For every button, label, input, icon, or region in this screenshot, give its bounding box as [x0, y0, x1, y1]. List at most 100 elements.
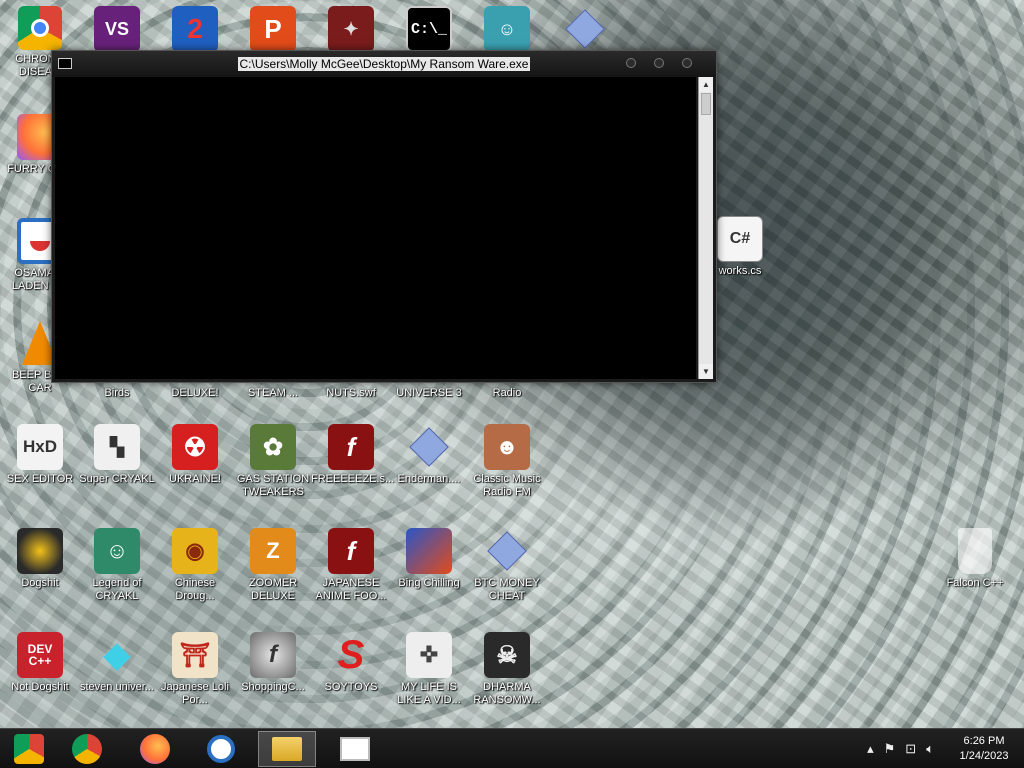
- console-output-area[interactable]: [55, 77, 696, 379]
- visual-studio-icon: VS: [94, 6, 140, 52]
- scroll-down-icon[interactable]: ▼: [699, 364, 713, 379]
- icon-label: Dogshit: [21, 577, 59, 589]
- blue-diamond-file-icon: [406, 424, 452, 470]
- icon-label: Birds: [104, 387, 130, 399]
- zoomer-deluxe-desktop-icon[interactable]: Z ZOOMER DELUXE: [233, 528, 313, 603]
- taskbar-console[interactable]: [326, 731, 384, 767]
- scroll-up-icon[interactable]: ▲: [699, 77, 713, 92]
- action-center-flag-icon[interactable]: ⚑: [884, 741, 896, 757]
- enderman-desktop-icon[interactable]: Enderman....: [389, 424, 469, 486]
- system-tray: ▴ ⚑ ⊡ 🔈︎ 6:26 PM 1/24/2023: [867, 729, 1024, 768]
- dharma-ransomware-desktop-icon[interactable]: ☠ DHARMA RANSOMW...: [467, 632, 547, 707]
- volume-icon[interactable]: 🔈︎: [926, 741, 934, 757]
- icon-label: ShoppingC...: [241, 681, 305, 693]
- blue-diamond-file-icon: [484, 528, 530, 574]
- scroll-thumb[interactable]: [701, 93, 711, 115]
- papers-desktop-icon[interactable]: ✦: [311, 6, 391, 52]
- icon-label: UNIVERSE 3: [396, 387, 462, 399]
- dogshit-desktop-icon[interactable]: Dogshit: [0, 528, 80, 590]
- ukraine-desktop-icon[interactable]: ☢ UKRAINE!: [155, 424, 235, 486]
- icon-label: UKRAINE!: [169, 473, 221, 485]
- flash-icon: f: [328, 424, 374, 470]
- taskbar-file-explorer[interactable]: [258, 731, 316, 767]
- eagle-emblem-icon: ✦: [328, 6, 374, 52]
- icon-label: Not Dogshit: [11, 681, 69, 693]
- clock[interactable]: 6:26 PM 1/24/2023: [944, 734, 1024, 764]
- chinese-droug-desktop-icon[interactable]: ◉ Chinese Droug...: [155, 528, 235, 603]
- falcon-cpp-desktop-icon[interactable]: Falcon C++: [935, 528, 1015, 590]
- cmd-desktop-icon[interactable]: C:\_: [389, 6, 469, 52]
- icon-label: SOYTOYS: [324, 681, 378, 693]
- p-desktop-icon[interactable]: P: [233, 6, 313, 52]
- gem-icon: ◆: [103, 636, 131, 674]
- icon-label: SEX EDITOR: [6, 473, 74, 485]
- firefox-icon: [140, 734, 170, 764]
- console-titlebar[interactable]: C:\Users\Molly McGee\Desktop\My Ransom W…: [52, 51, 716, 77]
- my-life-video-desktop-icon[interactable]: ✜ MY LIFE IS LIKE A VID...: [389, 632, 469, 707]
- console-window[interactable]: C:\Users\Molly McGee\Desktop\My Ransom W…: [51, 50, 717, 383]
- game-desktop-icon[interactable]: ☺: [467, 6, 547, 52]
- vertical-scrollbar[interactable]: ▲ ▼: [698, 77, 713, 379]
- taskbar-firefox[interactable]: [126, 731, 184, 767]
- icon-label: MY LIFE IS LIKE A VID...: [397, 681, 461, 706]
- icon-label: Japanese Loli Por...: [161, 681, 229, 706]
- number-two-icon: 2: [172, 6, 218, 52]
- nuts-swf-desktop-icon[interactable]: NUTS.swf: [311, 384, 391, 400]
- window-title-text: C:\Users\Molly McGee\Desktop\My Ransom W…: [237, 57, 531, 71]
- icon-label: Classic Music Radio FM: [473, 473, 541, 498]
- taskbar-obama[interactable]: [192, 731, 250, 767]
- recycle-bin-icon: [958, 528, 992, 574]
- game-box-icon: [406, 528, 452, 574]
- gas-station-tweakers-desktop-icon[interactable]: ✿ GAS STATION TWEAKERS: [233, 424, 313, 499]
- two-desktop-icon[interactable]: 2: [155, 6, 235, 52]
- japanese-anime-desktop-icon[interactable]: f JAPANESE ANIME FOO...: [311, 528, 391, 603]
- soytoys-desktop-icon[interactable]: S SOYTOYS: [311, 632, 391, 694]
- character-icon: ☺: [94, 528, 140, 574]
- universe-3-desktop-icon[interactable]: UNIVERSE 3: [389, 384, 469, 400]
- super-cryakl-desktop-icon[interactable]: ▚ Super CRYAKL: [77, 424, 157, 486]
- show-hidden-icons-icon[interactable]: ▴: [867, 741, 874, 757]
- birds-desktop-icon[interactable]: Birds: [77, 384, 157, 400]
- start-button[interactable]: [0, 731, 58, 767]
- sex-editor-desktop-icon[interactable]: HxD SEX EDITOR: [0, 424, 80, 486]
- steam-desktop-icon[interactable]: STEAM ...: [233, 384, 313, 400]
- steven-universe-desktop-icon[interactable]: ◆ steven univer...: [77, 632, 157, 694]
- flash-icon: f: [328, 528, 374, 574]
- red-s-logo-icon: S: [337, 632, 365, 677]
- japanese-loli-desktop-icon[interactable]: ⛩ Japanese Loli Por...: [155, 632, 235, 707]
- visual-studio-desktop-icon[interactable]: VS: [77, 6, 157, 52]
- radio-desktop-icon[interactable]: Radio: [467, 384, 547, 400]
- icon-label: Legend of CRYAKL: [92, 577, 142, 602]
- deluxe-desktop-icon[interactable]: DELUXE!: [155, 384, 235, 400]
- icon-label: ZOOMER DELUXE: [248, 577, 298, 602]
- gamepad-icon: ✜: [406, 632, 452, 678]
- btc-money-cheat-desktop-icon[interactable]: BTC MONEY CHEAT: [467, 528, 547, 603]
- classic-music-radio-desktop-icon[interactable]: ☻ Classic Music Radio FM: [467, 424, 547, 499]
- obama-logo-icon: [207, 735, 235, 763]
- orange-z-icon: Z: [250, 528, 296, 574]
- taskbar-chrome[interactable]: [58, 731, 116, 767]
- freeeeeze-desktop-icon[interactable]: f FREEEEEZE.s...: [311, 424, 395, 486]
- icon-label: Bing Chilling: [398, 577, 460, 589]
- icon-label: FREEEEEZE.s...: [311, 473, 395, 485]
- network-icon[interactable]: ⊡: [905, 741, 916, 757]
- minimize-button[interactable]: [626, 58, 636, 68]
- chrome-icon: [72, 734, 102, 764]
- not-dogshit-desktop-icon[interactable]: DEV C++ Not Dogshit: [0, 632, 80, 694]
- icon-label: DHARMA RANSOMW...: [473, 681, 541, 706]
- bing-chilling-desktop-icon[interactable]: Bing Chilling: [389, 528, 469, 590]
- maximize-button[interactable]: [654, 58, 664, 68]
- pixel-cat-icon: ▚: [94, 424, 140, 470]
- icon-label: STEAM ...: [247, 387, 299, 399]
- clock-time: 6:26 PM: [963, 735, 1005, 747]
- taskbar: ▴ ⚑ ⊡ 🔈︎ 6:26 PM 1/24/2023: [0, 728, 1024, 768]
- radiation-icon: ☢: [172, 424, 218, 470]
- skull-icon: ☠: [484, 632, 530, 678]
- flash-player-icon: f: [250, 632, 296, 678]
- legend-of-cryakl-desktop-icon[interactable]: ☺ Legend of CRYAKL: [77, 528, 157, 603]
- mahjong-tile-icon: ◉: [172, 528, 218, 574]
- diamond-desktop-icon[interactable]: [545, 6, 625, 52]
- close-button[interactable]: [682, 58, 692, 68]
- csharp-file-icon: C#: [717, 216, 763, 262]
- shopping-desktop-icon[interactable]: f ShoppingC...: [233, 632, 313, 694]
